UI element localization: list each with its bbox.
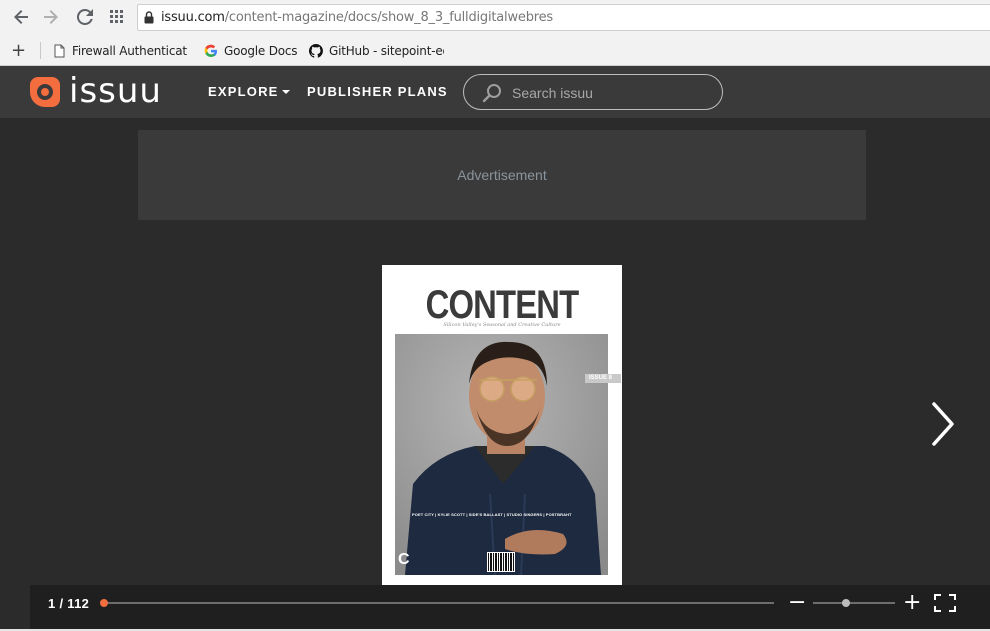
bookmark-label: Google Docs [224, 44, 298, 58]
add-bookmark-icon[interactable]: + [11, 40, 26, 61]
apps-grid-icon [110, 10, 123, 23]
search-icon [482, 84, 501, 103]
google-icon [204, 44, 217, 57]
apps-button[interactable] [108, 8, 126, 26]
github-icon [309, 44, 323, 58]
forward-button[interactable] [42, 8, 60, 26]
bookmark-label: Firewall Authenticatio [72, 44, 187, 58]
reload-icon [77, 9, 93, 25]
zoom-handle[interactable] [841, 599, 850, 607]
publisher-plans-link[interactable]: PUBLISHER PLANS [307, 84, 448, 99]
page-progress-slider[interactable] [100, 599, 774, 607]
cover-line: POET CITY | KYLIE SCOTT | SIDE'S BALLAST… [412, 512, 572, 517]
page-progress-handle[interactable] [100, 599, 108, 607]
explore-menu[interactable]: EXPLORE [208, 84, 290, 99]
forward-arrow-icon [44, 10, 58, 24]
advertisement-label: Advertisement [457, 167, 547, 183]
caret-down-icon [281, 90, 290, 94]
issuu-logo-text[interactable]: issuu [69, 71, 162, 111]
cover-subtitle: Silicon Valley's Seasonal and Creative C… [443, 322, 561, 328]
zoom-out-button[interactable]: − [788, 590, 806, 616]
site-header: issuu EXPLORE PUBLISHER PLANS [0, 66, 990, 118]
cover-letter: C [398, 551, 410, 568]
lock-icon [144, 11, 154, 24]
issue-tag: ISSUE 8 [585, 374, 621, 383]
bookmark-label: GitHub - sitepoint-ed [329, 44, 444, 58]
bookmark-google-docs[interactable]: Google Docs [204, 42, 297, 60]
back-button[interactable] [12, 8, 30, 26]
page-counter: 1 / 112 [48, 596, 90, 611]
advertisement-banner[interactable]: Advertisement [138, 130, 866, 220]
document-page[interactable]: CONTENT Silicon Valley's Seasonal and Cr… [382, 265, 622, 585]
barcode [487, 552, 515, 572]
reload-button[interactable] [76, 8, 94, 26]
search-input[interactable] [512, 85, 712, 101]
search-box[interactable] [463, 74, 723, 110]
url-host: issuu.com [161, 10, 225, 25]
fullscreen-icon[interactable] [934, 594, 956, 612]
zoom-slider[interactable] [813, 599, 895, 607]
next-page-arrow-icon[interactable] [928, 400, 958, 448]
address-bar[interactable]: issuu.com/content-magazine/docs/show_8_3… [137, 4, 990, 31]
viewer-controls: 1 / 112 − + [30, 585, 990, 629]
cover-photo [395, 334, 608, 575]
url-path: /content-magazine/docs/show_8_3_fulldigi… [224, 10, 553, 25]
page-icon [54, 44, 65, 58]
bookmarks-divider [40, 42, 41, 59]
bookmarks-bar: + Firewall Authenticatio Google Docs Git… [0, 35, 990, 66]
url-text: issuu.com/content-magazine/docs/show_8_3… [161, 10, 553, 25]
back-arrow-icon [14, 10, 28, 24]
zoom-in-button[interactable]: + [903, 590, 921, 616]
cover-portrait-image [395, 334, 608, 575]
issuu-logo-icon[interactable] [30, 77, 60, 107]
browser-toolbar: issuu.com/content-magazine/docs/show_8_3… [0, 0, 990, 35]
bookmark-github[interactable]: GitHub - sitepoint-ed [309, 42, 444, 60]
bookmark-firewall[interactable]: Firewall Authenticatio [52, 42, 187, 60]
explore-label: EXPLORE [208, 84, 279, 99]
